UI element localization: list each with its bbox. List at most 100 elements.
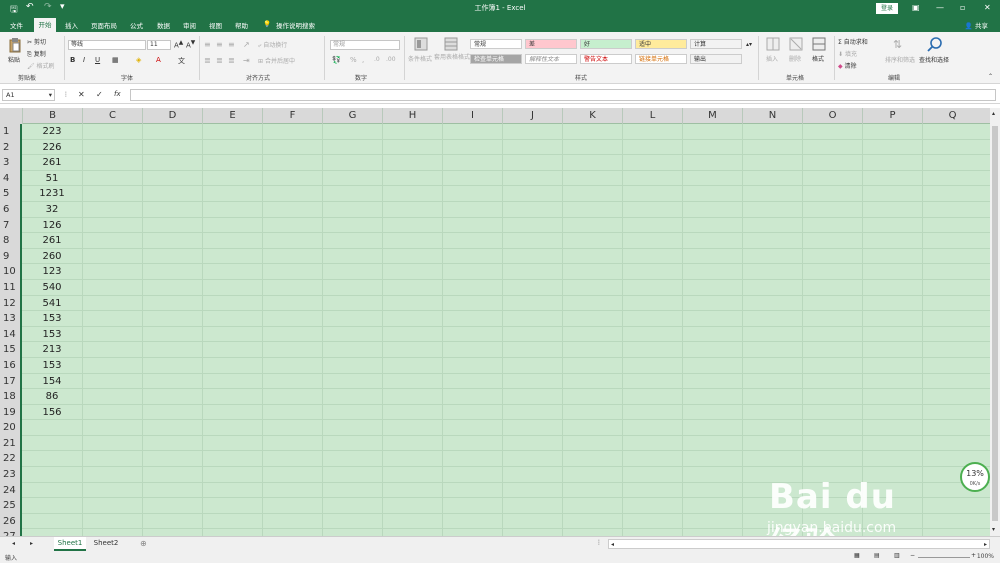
zoom-out-icon[interactable]: − bbox=[910, 552, 915, 559]
column-header[interactable]: F bbox=[262, 108, 322, 124]
vertical-scroll-thumb[interactable] bbox=[992, 126, 998, 521]
tab-insert[interactable]: 插入 bbox=[65, 20, 78, 30]
column-header[interactable]: M bbox=[682, 108, 742, 124]
merge-center-button[interactable]: ⊞ 合并后居中 bbox=[258, 56, 295, 65]
tab-formulas[interactable]: 公式 bbox=[130, 20, 143, 30]
add-sheet-icon[interactable]: ⊕ bbox=[140, 539, 147, 548]
tab-help[interactable]: 帮助 bbox=[235, 20, 248, 30]
row-header[interactable]: 20 bbox=[0, 420, 22, 436]
row-header[interactable]: 5 bbox=[0, 186, 22, 202]
scroll-down-icon[interactable]: ▾ bbox=[992, 526, 995, 533]
column-header[interactable]: E bbox=[202, 108, 262, 124]
style-cell[interactable]: 好 bbox=[580, 39, 632, 49]
close-button[interactable]: ✕ bbox=[984, 3, 991, 12]
align-middle-icon[interactable]: ≡ bbox=[216, 40, 223, 49]
scroll-left-icon[interactable]: ◂ bbox=[611, 541, 614, 548]
vertical-scrollbar[interactable]: ▴ ▾ bbox=[990, 108, 1000, 536]
row-header[interactable]: 21 bbox=[0, 435, 22, 452]
cell-b[interactable]: 153 bbox=[22, 327, 82, 343]
row-header[interactable]: 8 bbox=[0, 233, 22, 249]
font-name-select[interactable]: 等线 bbox=[68, 40, 146, 50]
borders-icon[interactable]: ▦ bbox=[112, 56, 119, 64]
style-cell[interactable]: 差 bbox=[525, 39, 577, 49]
collapse-ribbon-icon[interactable]: ⌃ bbox=[988, 73, 993, 80]
cell-b[interactable]: 261 bbox=[22, 233, 82, 249]
row-header[interactable]: 25 bbox=[0, 498, 22, 514]
cell-b[interactable]: 86 bbox=[22, 389, 82, 405]
row-header[interactable]: 9 bbox=[0, 248, 22, 265]
name-box[interactable]: A1 ▾ bbox=[2, 89, 55, 101]
cell-b[interactable]: 1231 bbox=[22, 186, 82, 202]
restore-button[interactable]: ▫ bbox=[960, 3, 965, 12]
column-header[interactable]: D bbox=[142, 108, 202, 124]
cancel-entry-button[interactable]: ✕ bbox=[78, 90, 85, 99]
autosum-button[interactable]: Σ 自动求和 bbox=[838, 37, 868, 46]
cell-b[interactable]: 123 bbox=[22, 264, 82, 280]
column-header[interactable]: L bbox=[622, 108, 682, 124]
scroll-up-icon[interactable]: ▴ bbox=[992, 110, 995, 117]
column-header[interactable]: K bbox=[562, 108, 622, 124]
column-header[interactable]: O bbox=[802, 108, 862, 124]
cut-button[interactable]: ✂ 剪切 bbox=[27, 37, 46, 46]
cell-b[interactable]: 260 bbox=[22, 249, 82, 265]
page-break-view-icon[interactable]: ▥ bbox=[894, 552, 900, 559]
sheet-tab-sheet1[interactable]: Sheet1 bbox=[54, 537, 86, 551]
confirm-entry-button[interactable]: ✓ bbox=[96, 90, 103, 99]
select-all-corner[interactable] bbox=[0, 108, 22, 124]
underline-button[interactable]: U bbox=[95, 56, 100, 64]
cell-b[interactable] bbox=[22, 420, 82, 436]
row-header[interactable]: 11 bbox=[0, 279, 22, 296]
column-header[interactable]: C bbox=[82, 108, 142, 124]
increase-decimal-icon[interactable]: .0 bbox=[374, 56, 380, 63]
percent-icon[interactable]: % bbox=[350, 56, 357, 64]
cell-b[interactable]: 223 bbox=[22, 124, 82, 140]
cell-b[interactable] bbox=[22, 483, 82, 499]
zoom-in-icon[interactable]: + bbox=[971, 552, 976, 559]
tab-file[interactable]: 文件 bbox=[10, 20, 23, 30]
tab-review[interactable]: 审阅 bbox=[183, 20, 196, 30]
format-cells-button[interactable]: 格式 bbox=[812, 54, 824, 63]
bold-button[interactable]: B bbox=[70, 56, 75, 64]
row-header[interactable]: 24 bbox=[0, 482, 22, 499]
cell-b[interactable] bbox=[22, 451, 82, 467]
cell-b[interactable]: 226 bbox=[22, 140, 82, 156]
align-left-icon[interactable]: ≣ bbox=[204, 56, 211, 65]
format-cells-icon[interactable] bbox=[812, 37, 826, 51]
cell-b[interactable]: 126 bbox=[22, 218, 82, 234]
zoom-slider[interactable] bbox=[918, 557, 970, 558]
row-header[interactable]: 2 bbox=[0, 139, 22, 156]
align-right-icon[interactable]: ≣ bbox=[228, 56, 235, 65]
cell-b[interactable]: 153 bbox=[22, 311, 82, 327]
style-cell[interactable]: 适中 bbox=[635, 39, 687, 49]
tell-me-search[interactable]: 操作说明搜索 bbox=[276, 20, 315, 30]
phonetic-icon[interactable]: 文 bbox=[178, 56, 185, 66]
sort-filter-button[interactable]: 排序和筛选 bbox=[885, 55, 915, 64]
styles-scroll-icon[interactable]: ▴▾ bbox=[746, 41, 752, 48]
column-header[interactable]: G bbox=[322, 108, 382, 124]
shrink-font-icon[interactable]: A▼ bbox=[186, 40, 195, 49]
share-button[interactable]: 👤 共享 bbox=[965, 20, 988, 30]
style-cell[interactable]: 计算 bbox=[690, 39, 742, 49]
row-header[interactable]: 16 bbox=[0, 357, 22, 374]
cell-b[interactable]: 156 bbox=[22, 405, 82, 421]
comma-icon[interactable]: , bbox=[362, 56, 364, 64]
row-header[interactable]: 22 bbox=[0, 451, 22, 468]
paste-icon[interactable] bbox=[8, 37, 22, 53]
align-top-icon[interactable]: ≡ bbox=[204, 40, 211, 49]
delete-cells-icon[interactable] bbox=[789, 37, 803, 51]
row-header[interactable]: 10 bbox=[0, 264, 22, 280]
next-sheet-icon[interactable]: ▸ bbox=[30, 540, 33, 547]
minimize-button[interactable]: — bbox=[936, 3, 944, 12]
network-speed-widget[interactable]: 13% 0K/s bbox=[960, 462, 990, 492]
insert-function-button[interactable]: fx bbox=[114, 90, 121, 98]
cell-b[interactable] bbox=[22, 467, 82, 483]
find-select-icon[interactable] bbox=[927, 36, 943, 52]
column-header[interactable]: J bbox=[502, 108, 562, 124]
row-header[interactable]: 4 bbox=[0, 170, 22, 187]
row-header[interactable]: 26 bbox=[0, 513, 22, 530]
find-select-button[interactable]: 查找和选择 bbox=[919, 55, 949, 64]
decrease-decimal-icon[interactable]: .00 bbox=[386, 56, 396, 63]
row-header[interactable]: 7 bbox=[0, 217, 22, 234]
tab-home[interactable]: 开始 bbox=[34, 18, 56, 32]
delete-cells-button[interactable]: 删除 bbox=[789, 54, 801, 63]
